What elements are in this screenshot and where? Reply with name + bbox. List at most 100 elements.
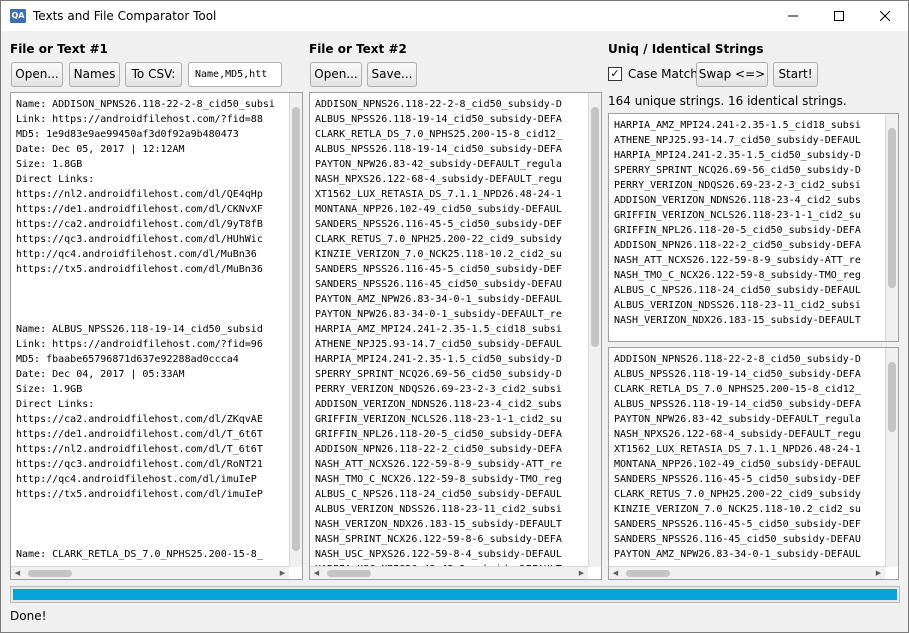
text-line: NASH_ATT_NCXS26.122-59-8-9_subsidy-ATT_r… — [614, 255, 861, 266]
text-2-area[interactable]: ADDISON_NPNS26.118-22-2-8_cid50_subsidy-… — [309, 92, 602, 580]
text-line: https://de1.androidfilehost.com/dl/T_6t6… — [16, 429, 263, 440]
identical-strings-horizontal-scrollbar[interactable]: ◀ ▶ — [609, 566, 885, 579]
comparison-stats: 164 unique strings. 16 identical strings… — [608, 94, 847, 108]
text-line: https://qc3.androidfilehost.com/dl/RoNT2… — [16, 459, 263, 470]
text-line: SPERRY_SPRINT_NCQ26.69-56_cid50_subsidy-… — [614, 165, 861, 176]
text-line: CLARK_RETUS_7.0_NPH25.200-22_cid9_subsid… — [315, 234, 562, 245]
text-line: PAYTON_NPW26.83-42_subsidy-DEFAULT_regul… — [315, 159, 562, 170]
text-line: XT1562_LUX_RETASIA_DS_7.1.1_NPD26.48-24-… — [614, 444, 861, 455]
scroll-left-icon[interactable]: ◀ — [11, 567, 24, 579]
text-line: ADDISON_NPN26.118-22-2_cid50_subsidy-DEF… — [614, 240, 861, 251]
text-line: https://qc3.androidfilehost.com/dl/HUhWi… — [16, 234, 263, 245]
text-line: ATHENE_NPJ25.93-14.7_cid50_subsidy-DEFAU… — [614, 135, 861, 146]
text-2-horizontal-thumb[interactable] — [327, 570, 371, 577]
text-line: Name: ADDISON_NPNS26.118-22-2-8_cid50_su… — [16, 99, 275, 110]
text-line: ADDISON_NPN26.118-22-2_cid50_subsidy-DEF… — [315, 444, 562, 455]
text-line: http://qc4.androidfilehost.com/dl/imuIeP — [16, 474, 257, 485]
text-1-horizontal-scrollbar[interactable]: ◀ ▶ — [11, 566, 289, 579]
text-line: CLARK_RETLA_DS_7.0_NPHS25.200-15-8_cid12… — [614, 384, 861, 395]
identical-strings-area[interactable]: ADDISON_NPNS26.118-22-2-8_cid50_subsidy-… — [608, 347, 899, 580]
progress-bar — [10, 586, 900, 603]
close-icon — [879, 10, 891, 22]
text-line: GRIFFIN_NPL26.118-20-5_cid50_subsidy-DEF… — [315, 429, 562, 440]
text-line — [16, 307, 275, 322]
identical-strings-vertical-scrollbar[interactable] — [885, 348, 898, 567]
text-line: http://qc4.androidfilehost.com/dl/MuBn36 — [16, 249, 257, 260]
text-line: PERRY_VERIZON_NDQS26.69-23-2-3_cid2_subs… — [315, 384, 562, 395]
text-line: SANDERS_NPSS26.116-45-5_cid50_subsidy-DE… — [614, 474, 861, 485]
unique-strings-area[interactable]: HARPIA_AMZ_MPI24.241-2.35-1.5_cid18_subs… — [608, 113, 899, 342]
unique-strings-vertical-scrollbar[interactable] — [885, 114, 898, 341]
text-line: PAYTON_AMZ_NPW26.83-34-0-1_subsidy-DEFAU… — [614, 549, 861, 560]
maximize-button[interactable] — [816, 1, 862, 31]
scroll-left-icon[interactable]: ◀ — [310, 567, 323, 579]
text-line: Link: https://androidfilehost.com/?fid=8… — [16, 114, 263, 125]
text-line: Size: 1.9GB — [16, 384, 83, 395]
text-line: SANDERS_NPSS26.116-45-5_cid50_subsidy-DE… — [315, 264, 562, 275]
names-button[interactable]: Names — [69, 62, 120, 87]
scroll-right-icon[interactable]: ▶ — [872, 567, 885, 579]
minimize-button[interactable] — [770, 1, 816, 31]
identical-strings-vertical-thumb[interactable] — [888, 362, 896, 432]
scroll-right-icon[interactable]: ▶ — [276, 567, 289, 579]
text-line: ALBUS_VERIZON_NDSS26.118-23-11_cid2_subs… — [315, 504, 562, 515]
text-1-vertical-scrollbar[interactable] — [289, 93, 302, 567]
text-line: Date: Dec 05, 2017 | 12:12AM — [16, 144, 185, 155]
text-line: https://ca2.androidfilehost.com/dl/9yT8f… — [16, 219, 263, 230]
scroll-right-icon[interactable]: ▶ — [575, 567, 588, 579]
text-2-vertical-scrollbar[interactable] — [588, 93, 601, 567]
text-line: Date: Dec 04, 2017 | 05:33AM — [16, 369, 185, 380]
file-text-1-heading: File or Text #1 — [10, 42, 108, 56]
text-line: GRIFFIN_VERIZON_NCLS26.118-23-1-1_cid2_s… — [614, 210, 861, 221]
text-line: NASH_VERIZON_NDX26.183-15_subsidy-DEFAUL… — [315, 519, 562, 530]
close-button[interactable] — [862, 1, 908, 31]
unique-strings-vertical-thumb[interactable] — [888, 128, 896, 288]
case-match-label[interactable]: Case Match — [628, 67, 698, 81]
text-2-vertical-thumb[interactable] — [591, 107, 599, 347]
open-file-1-button[interactable]: Open... — [11, 62, 63, 87]
start-button[interactable]: Start! — [773, 62, 818, 87]
text-2-horizontal-scrollbar[interactable]: ◀ ▶ — [310, 566, 588, 579]
identical-strings-horizontal-thumb[interactable] — [626, 570, 670, 577]
uniq-identical-heading: Uniq / Identical Strings — [608, 42, 764, 56]
to-csv-button[interactable]: To CSV: — [125, 62, 182, 87]
text-line: NASH_NPXS26.122-68-4_subsidy-DEFAULT_reg… — [315, 174, 562, 185]
text-line: Name: ALBUS_NPSS26.118-19-14_cid50_subsi… — [16, 324, 263, 335]
text-line: GRIFFIN_VERIZON_NCLS26.118-23-1-1_cid2_s… — [315, 414, 562, 425]
text-line — [16, 532, 275, 547]
text-line: ALBUS_VERIZON_NDSS26.118-23-11_cid2_subs… — [614, 300, 861, 311]
text-line: ADDISON_NPNS26.118-22-2-8_cid50_subsidy-… — [614, 354, 861, 365]
save-button[interactable]: Save... — [367, 62, 417, 87]
text-line — [16, 517, 275, 532]
text-line: https://nl2.androidfilehost.com/dl/T_6t6… — [16, 444, 263, 455]
case-match-checkbox[interactable]: ✓ — [608, 67, 622, 81]
scroll-left-icon[interactable]: ◀ — [609, 567, 622, 579]
file-text-2-heading: File or Text #2 — [309, 42, 407, 56]
text-line: NASH_USC_NPXS26.122-59-8-4_subsidy-DEFAU… — [315, 549, 562, 560]
text-1-horizontal-thumb[interactable] — [28, 570, 72, 577]
swap-button[interactable]: Swap <=> — [696, 62, 768, 87]
text-line: SANDERS_NPSS26.116-45_cid50_subsidy-DEFA… — [315, 279, 562, 290]
app-window: QA Texts and File Comparator Tool File o… — [0, 0, 909, 633]
text-line: Name: CLARK_RETLA_DS_7.0_NPHS25.200-15-8… — [16, 549, 263, 560]
title-bar[interactable]: QA Texts and File Comparator Tool — [1, 1, 908, 31]
text-1-area[interactable]: Name: ADDISON_NPNS26.118-22-2-8_cid50_su… — [10, 92, 303, 580]
text-1-content: Name: ADDISON_NPNS26.118-22-2-8_cid50_su… — [16, 97, 275, 562]
text-line: HARPIA_MPI24.241-2.35-1.5_cid50_subsidy-… — [315, 354, 562, 365]
csv-fields-input[interactable]: Name,MD5,htt — [188, 62, 282, 87]
text-1-vertical-thumb[interactable] — [292, 107, 300, 551]
text-line: Link: https://androidfilehost.com/?fid=9… — [16, 339, 263, 350]
text-line — [16, 277, 275, 292]
text-line: CLARK_RETUS_7.0_NPH25.200-22_cid9_subsid… — [614, 489, 861, 500]
text-line: NASH_NPXS26.122-68-4_subsidy-DEFAULT_reg… — [614, 429, 861, 440]
text-line: PAYTON_AMZ_NPW26.83-34-0-1_subsidy-DEFAU… — [315, 294, 562, 305]
text-line: MONTANA_NPP26.102-49_cid50_subsidy-DEFAU… — [614, 459, 861, 470]
unique-strings-content: HARPIA_AMZ_MPI24.241-2.35-1.5_cid18_subs… — [614, 118, 861, 328]
text-line: NASH_TMO_C_NCX26.122-59-8_subsidy-TMO_re… — [614, 270, 861, 281]
text-line: MD5: 1e9d83e9ae99450af3d0f92a9b480473 — [16, 129, 239, 140]
text-2-content: ADDISON_NPNS26.118-22-2-8_cid50_subsidy-… — [315, 97, 562, 577]
text-line: Direct Links: — [16, 399, 95, 410]
text-line: ADDISON_VERIZON_NDNS26.118-23-4_cid2_sub… — [315, 399, 562, 410]
open-file-2-button[interactable]: Open... — [310, 62, 362, 87]
identical-strings-content: ADDISON_NPNS26.118-22-2-8_cid50_subsidy-… — [614, 352, 861, 562]
